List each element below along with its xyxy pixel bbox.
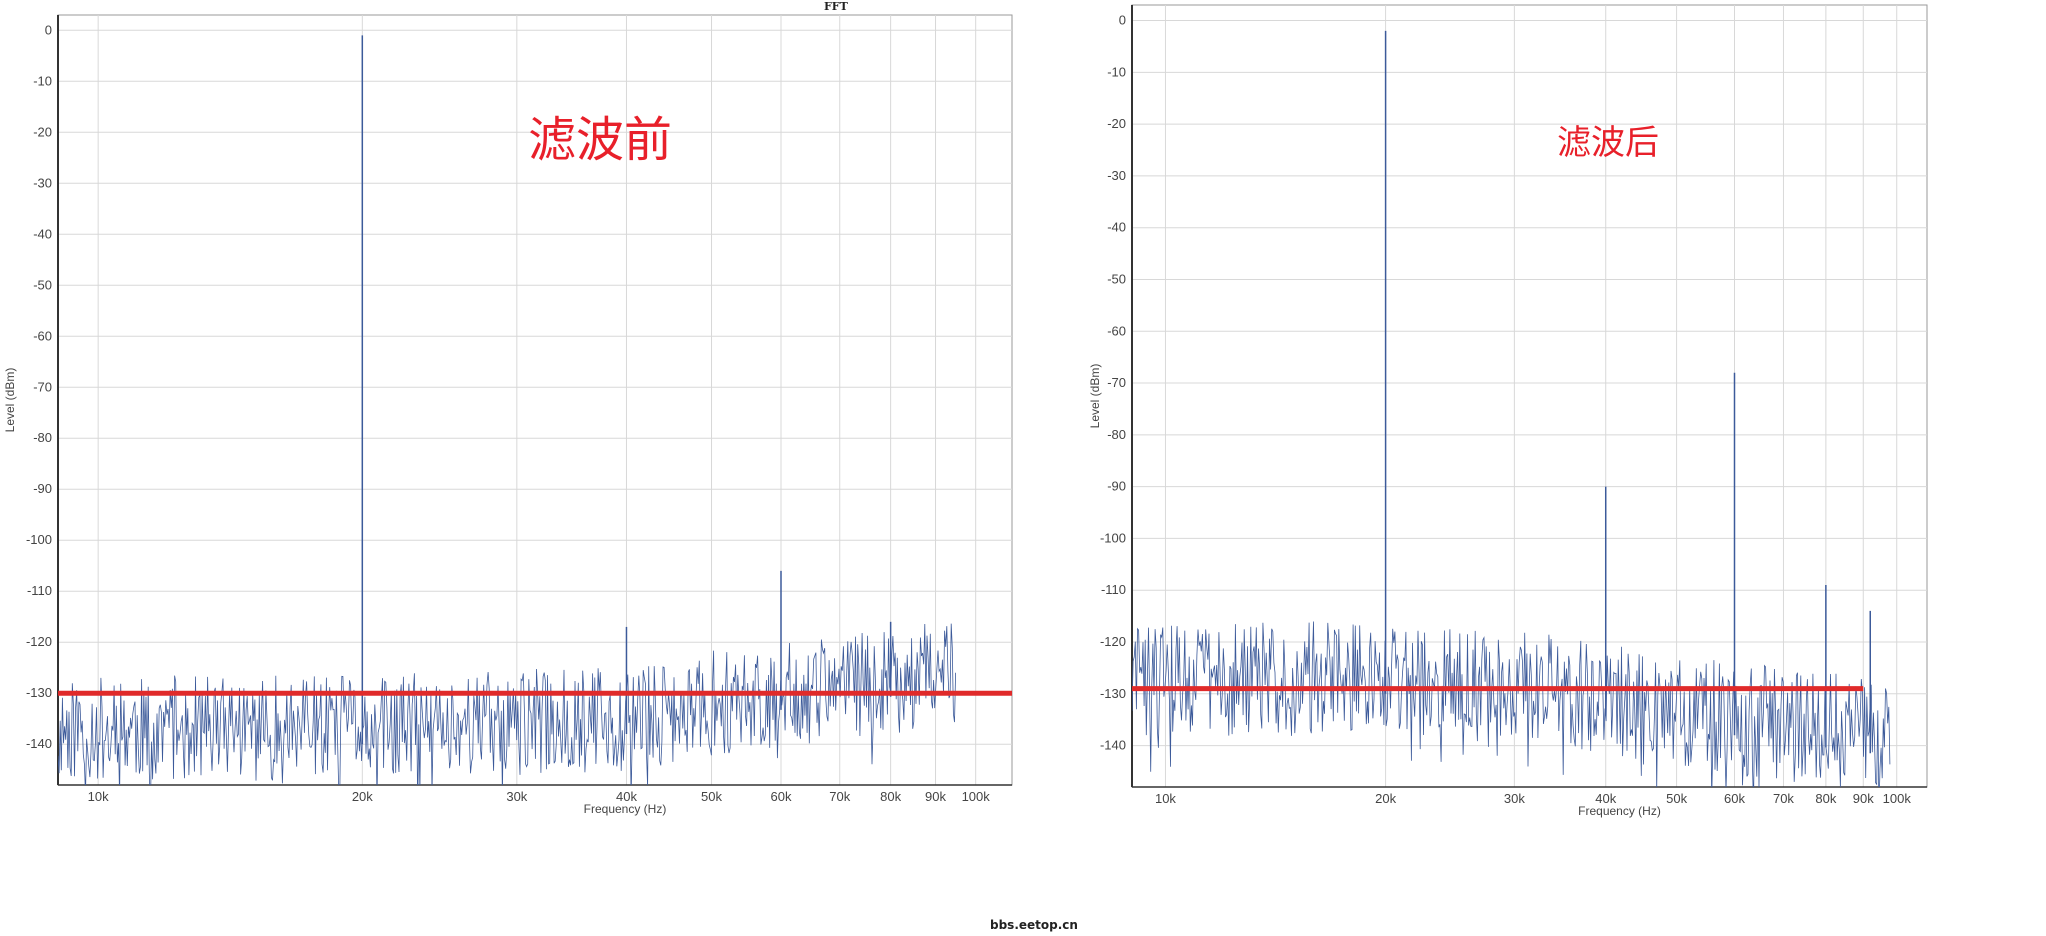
x-tick-label: 50k <box>701 789 722 804</box>
x-tick-label: 100k <box>1883 791 1912 806</box>
y-tick-label: -130 <box>1100 686 1126 701</box>
y-tick-label: -60 <box>1107 323 1126 338</box>
y-axis-label: Level (dBm) <box>1088 364 1102 429</box>
y-tick-label: -70 <box>33 379 52 394</box>
y-tick-label: -20 <box>33 124 52 139</box>
x-tick-label: 90k <box>925 789 946 804</box>
chart-before-filter: 0 -10 -20 -30 -40 -50 -60 -70 -80 -90 -100 -110 -120… <box>0 0 1030 820</box>
fft-chart-after-svg: 0 -10 -20 -30 -40 -50 -60 -70 -80 -90 -100 -110 -120… <box>1088 4 1928 818</box>
y-tick-label: -50 <box>33 277 52 292</box>
x-tick-label: 60k <box>771 789 792 804</box>
y-tick-label: -80 <box>1107 427 1126 442</box>
chart-after-filter: 0 -10 -20 -30 -40 -50 -60 -70 -80 -90 -100 -110 -120… <box>1085 0 1945 820</box>
y-tick-label: -110 <box>1101 582 1126 597</box>
y-tick-label: -120 <box>26 634 52 649</box>
x-tick-label: 90k <box>1853 791 1874 806</box>
y-tick-label: -20 <box>1107 116 1126 131</box>
x-tick-label: 10k <box>1155 791 1176 806</box>
y-tick-label: -40 <box>1107 220 1126 235</box>
y-tick-label: -120 <box>1100 634 1126 649</box>
y-tick-label: -140 <box>1100 738 1126 753</box>
x-tick-label: 80k <box>1815 791 1836 806</box>
y-tick-label: -30 <box>33 175 52 190</box>
y-tick-label: -10 <box>1107 64 1126 79</box>
fft-chart-before-svg: 0 -10 -20 -30 -40 -50 -60 -70 -80 -90 -100 -110 -120… <box>3 14 1013 816</box>
y-tick-label: -60 <box>33 328 52 343</box>
y-tick-label: -100 <box>1100 530 1126 545</box>
x-tick-label: 70k <box>829 789 850 804</box>
x-tick-label: 20k <box>1375 791 1396 806</box>
watermark-text: bbs.eetop.cn <box>990 918 1078 932</box>
y-tick-label: -70 <box>1107 375 1126 390</box>
y-tick-label: -90 <box>1107 479 1126 494</box>
y-tick-label: 0 <box>1119 13 1126 28</box>
y-tick-label: -110 <box>27 583 52 598</box>
x-tick-label: 10k <box>88 789 109 804</box>
y-tick-label: 0 <box>45 22 52 37</box>
x-tick-label: 70k <box>1773 791 1794 806</box>
y-tick-label: -10 <box>33 73 52 88</box>
y-axis-label: Level (dBm) <box>3 368 17 433</box>
y-tick-label: -30 <box>1107 168 1126 183</box>
y-tick-label: -40 <box>33 226 52 241</box>
x-tick-label: 20k <box>352 789 373 804</box>
x-tick-label: 30k <box>1504 791 1525 806</box>
x-tick-label: 80k <box>880 789 901 804</box>
y-tick-label: -130 <box>26 685 52 700</box>
x-tick-label: 100k <box>962 789 991 804</box>
y-tick-label: -90 <box>33 481 52 496</box>
x-axis-label: Frequency (Hz) <box>584 802 667 816</box>
x-axis-label: Frequency (Hz) <box>1578 804 1661 818</box>
y-tick-label: -100 <box>26 532 52 547</box>
x-tick-label: 50k <box>1666 791 1687 806</box>
x-tick-label: 60k <box>1724 791 1745 806</box>
y-tick-label: -140 <box>26 736 52 751</box>
annotation-before-filter: 滤波前 <box>528 112 673 168</box>
x-tick-label: 30k <box>506 789 527 804</box>
annotation-after-filter: 滤波后 <box>1557 123 1659 163</box>
y-tick-label: -80 <box>33 430 52 445</box>
y-tick-label: -50 <box>1107 271 1126 286</box>
